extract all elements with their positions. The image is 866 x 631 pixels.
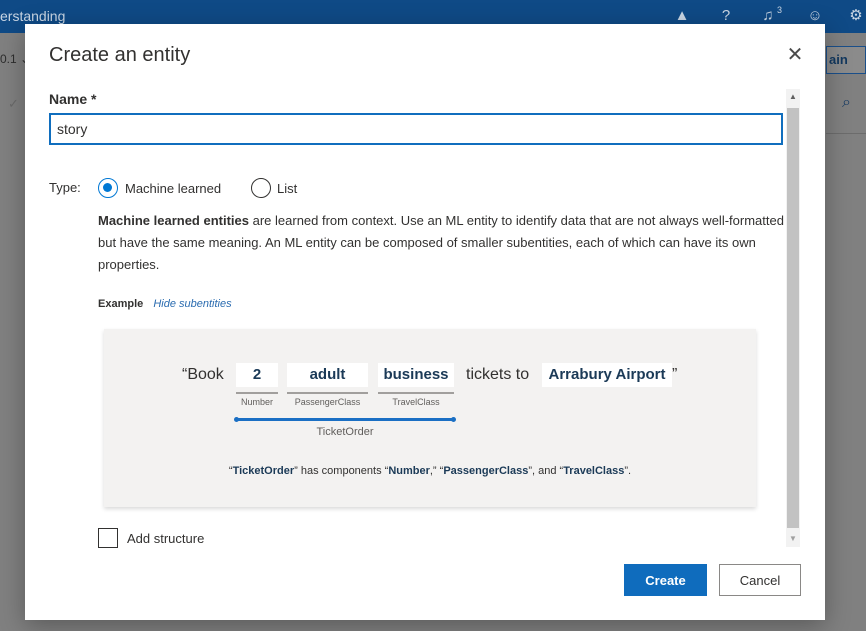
gear-icon[interactable]: ⚙ xyxy=(846,6,866,26)
radio-machine-learned[interactable] xyxy=(98,178,118,198)
scroll-up-icon[interactable]: ▲ xyxy=(786,91,800,103)
subentity-underline xyxy=(236,392,278,394)
description-bold: Machine learned entities xyxy=(98,213,249,228)
type-label: Type: xyxy=(49,180,81,195)
utterance-mid: tickets to xyxy=(466,366,530,383)
hide-subentities-link[interactable]: Hide subentities xyxy=(153,298,231,310)
check-icon: ✓ xyxy=(8,96,19,111)
smiley-icon[interactable]: ☺ xyxy=(805,6,825,26)
scroll-thumb[interactable] xyxy=(787,108,799,528)
parent-entity-label: TicketOrder xyxy=(316,426,374,438)
name-label: Name * xyxy=(49,91,97,107)
token-number: 2 xyxy=(236,363,278,387)
search-icon[interactable]: ⌕ xyxy=(842,94,851,112)
dialog-title: Create an entity xyxy=(49,44,191,66)
type-description: Machine learned entities are learned fro… xyxy=(98,210,788,276)
create-entity-dialog: Create an entity ✕ ▲ ▼ Name * Type: Mach… xyxy=(25,24,825,620)
cancel-button[interactable]: Cancel xyxy=(719,564,801,596)
add-structure-checkbox[interactable] xyxy=(98,528,118,548)
scroll-down-icon[interactable]: ▼ xyxy=(786,533,800,545)
token-travel-class: business xyxy=(378,363,454,387)
app-title: erstanding xyxy=(0,8,66,24)
help-icon[interactable]: ? xyxy=(716,6,736,26)
subentity-underline xyxy=(378,392,454,394)
parent-entity-line xyxy=(234,417,456,422)
radio-machine-learned-label[interactable]: Machine learned xyxy=(125,181,221,196)
create-button[interactable]: Create xyxy=(624,564,707,596)
divider xyxy=(826,133,866,134)
utterance-close: ” xyxy=(672,366,678,383)
azure-icon[interactable]: ▲ xyxy=(672,6,692,26)
components-sentence: “TicketOrder” has components “Number,” “… xyxy=(228,465,632,477)
example-label: Example xyxy=(98,298,144,310)
subentity-label-travel-class: TravelClass xyxy=(392,397,440,407)
radio-list-label[interactable]: List xyxy=(277,181,297,196)
close-icon[interactable]: ✕ xyxy=(783,44,807,68)
example-card: “Book 2 adult business tickets to Arrabu… xyxy=(104,329,756,507)
scrollbar[interactable]: ▲ ▼ xyxy=(786,89,800,547)
radio-list[interactable] xyxy=(251,178,271,198)
utterance-open: “Book xyxy=(182,366,224,383)
token-destination: Arrabury Airport xyxy=(542,363,672,387)
token-passenger-class: adult xyxy=(287,363,368,387)
subentity-label-passenger-class: PassengerClass xyxy=(294,397,361,407)
train-button[interactable]: ain xyxy=(826,46,866,74)
name-input[interactable] xyxy=(49,113,783,145)
notification-count: 3 xyxy=(776,5,782,15)
example-header: Example Hide subentities xyxy=(98,298,232,310)
subentity-label-number: Number xyxy=(240,397,273,407)
bell-icon[interactable]: ♫ 3 xyxy=(758,5,782,26)
add-structure-label[interactable]: Add structure xyxy=(127,531,204,546)
subentity-underline xyxy=(287,392,368,394)
